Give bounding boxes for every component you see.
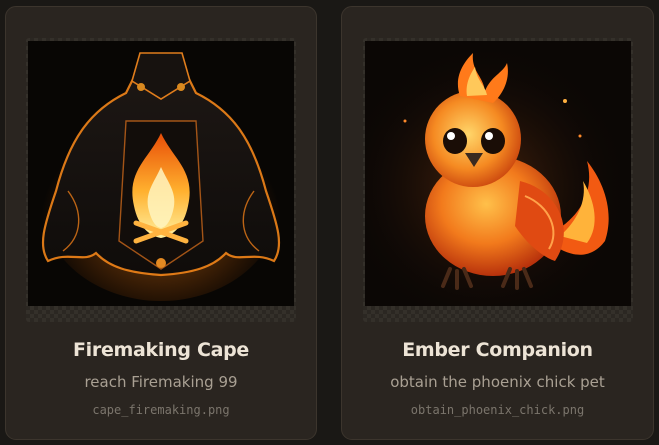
achievement-title: Ember Companion bbox=[402, 339, 593, 361]
achievement-card-ember-companion[interactable]: Ember Companion obtain the phoenix chick… bbox=[341, 6, 654, 440]
firemaking-cape-icon bbox=[28, 41, 294, 306]
achievement-card-firemaking-cape[interactable]: Firemaking Cape reach Firemaking 99 cape… bbox=[5, 6, 317, 440]
phoenix-chick-icon bbox=[365, 41, 631, 306]
image-frame bbox=[363, 38, 633, 322]
achievement-grid: Firemaking Cape reach Firemaking 99 cape… bbox=[0, 0, 659, 445]
achievement-filename: cape_firemaking.png bbox=[92, 403, 230, 417]
image-frame bbox=[26, 38, 296, 322]
achievement-title: Firemaking Cape bbox=[72, 339, 249, 361]
achievement-description: reach Firemaking 99 bbox=[84, 373, 238, 391]
achievement-description: obtain the phoenix chick pet bbox=[390, 373, 605, 391]
achievement-filename: obtain_phoenix_chick.png bbox=[410, 403, 585, 417]
